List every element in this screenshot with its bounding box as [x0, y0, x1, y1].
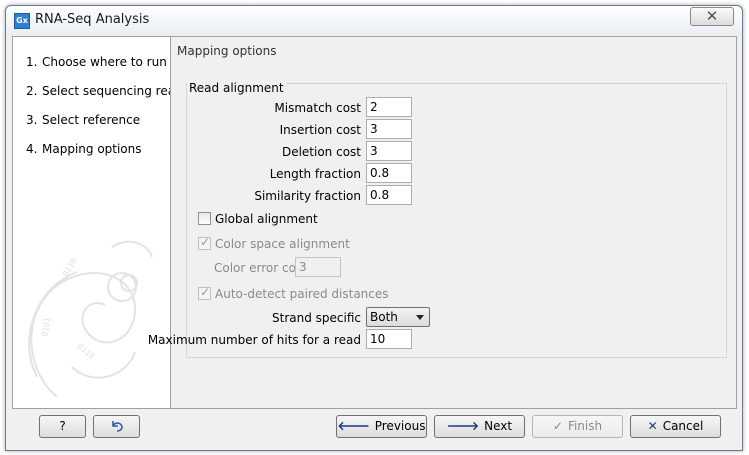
- decorative-swirl-graphic: 0110 0110 0101: [28, 240, 153, 398]
- cancel-button[interactable]: ✕ Cancel: [630, 415, 721, 438]
- similarity-fraction-label: Similarity fraction: [254, 189, 361, 203]
- svg-text:0101: 0101: [40, 317, 52, 338]
- step-label: Choose where to run: [42, 55, 167, 69]
- max-hits-label: Maximum number of hits for a read: [147, 333, 361, 347]
- arrow-left-icon: 🡐: [337, 419, 370, 433]
- next-label: Next: [484, 419, 513, 433]
- svg-text:0110: 0110: [61, 257, 79, 278]
- global-alignment-checkbox-row[interactable]: Global alignment: [198, 212, 318, 226]
- strand-specific-select[interactable]: Both: [366, 307, 430, 327]
- strand-specific-label: Strand specific: [272, 311, 361, 325]
- similarity-fraction-input[interactable]: 0.8: [366, 185, 412, 205]
- mapping-options-panel: Mapping options Read alignment Mismatch …: [148, 37, 736, 408]
- global-alignment-label: Global alignment: [215, 212, 318, 226]
- step-select-reference: 3. Select reference: [26, 113, 141, 127]
- next-button[interactable]: 🡒 Next: [434, 415, 525, 438]
- max-hits-input[interactable]: 10: [366, 329, 412, 349]
- group-title: Read alignment: [187, 81, 286, 95]
- step-select-sequencing-reads: 2.Select sequencing reads: [26, 84, 170, 98]
- step-mapping-options: 4. Mapping options: [26, 142, 142, 156]
- title-bar[interactable]: Gx RNA-Seq Analysis ✕: [6, 6, 742, 36]
- checkmark-icon: ✓: [200, 235, 211, 249]
- deletion-cost-label: Deletion cost: [281, 145, 361, 159]
- mismatch-cost-label: Mismatch cost: [274, 101, 361, 115]
- color-error-cost-input[interactable]: 3: [295, 257, 341, 277]
- color-error-cost-label: Color error cost: [214, 261, 307, 275]
- help-button[interactable]: ?: [39, 415, 86, 438]
- color-space-alignment-label: Color space alignment: [215, 237, 350, 251]
- svg-text:0110: 0110: [76, 342, 97, 361]
- strand-specific-value: Both: [370, 310, 398, 324]
- chevron-down-icon: [416, 315, 424, 320]
- step-label: Select reference: [42, 113, 141, 127]
- step-choose-where-to-run: 1. Choose where to run: [26, 55, 167, 69]
- color-space-alignment-checkbox-row[interactable]: ✓ Color space alignment: [198, 235, 350, 251]
- close-button[interactable]: ✕: [690, 7, 734, 26]
- deletion-cost-input[interactable]: 3: [366, 141, 412, 161]
- step-label: Mapping options: [42, 142, 142, 156]
- reset-button[interactable]: [93, 415, 140, 438]
- length-fraction-input[interactable]: 0.8: [366, 163, 412, 183]
- previous-button[interactable]: 🡐 Previous: [336, 415, 427, 438]
- close-icon: ✕: [705, 7, 719, 25]
- color-space-alignment-checkbox[interactable]: ✓: [198, 235, 211, 250]
- help-icon: ?: [59, 419, 66, 433]
- finish-button[interactable]: ✓ Finish: [532, 415, 623, 438]
- auto-detect-paired-checkbox-row[interactable]: ✓ Auto-detect paired distances: [198, 285, 389, 301]
- global-alignment-checkbox[interactable]: [198, 212, 211, 225]
- checkmark-icon: ✓: [552, 419, 563, 433]
- finish-label: Finish: [567, 419, 603, 433]
- panel-title: Mapping options: [177, 44, 277, 58]
- dialog-client: 1. Choose where to run 2. Select sequencin…: [12, 36, 737, 409]
- undo-arrow-icon: [111, 421, 123, 432]
- mismatch-cost-input[interactable]: 2: [366, 97, 412, 117]
- auto-detect-paired-checkbox[interactable]: ✓: [198, 285, 211, 300]
- wizard-steps-panel: 1. Choose where to run 2. Select sequencin…: [13, 37, 171, 408]
- arrow-right-icon: 🡒: [446, 419, 480, 433]
- step-label: Select sequencing reads: [42, 84, 170, 98]
- insertion-cost-label: Insertion cost: [279, 123, 361, 137]
- checkmark-icon: ✓: [200, 285, 211, 299]
- previous-label: Previous: [374, 419, 426, 433]
- app-icon: Gx: [14, 13, 30, 29]
- auto-detect-paired-label: Auto-detect paired distances: [215, 287, 389, 301]
- length-fraction-label: Length fraction: [269, 167, 361, 181]
- window-title: RNA-Seq Analysis: [35, 12, 150, 27]
- insertion-cost-input[interactable]: 3: [366, 119, 412, 139]
- cancel-icon: ✕: [647, 419, 658, 433]
- dialog-window: Gx RNA-Seq Analysis ✕ 1. Choose where to …: [5, 5, 743, 451]
- cancel-label: Cancel: [662, 419, 704, 433]
